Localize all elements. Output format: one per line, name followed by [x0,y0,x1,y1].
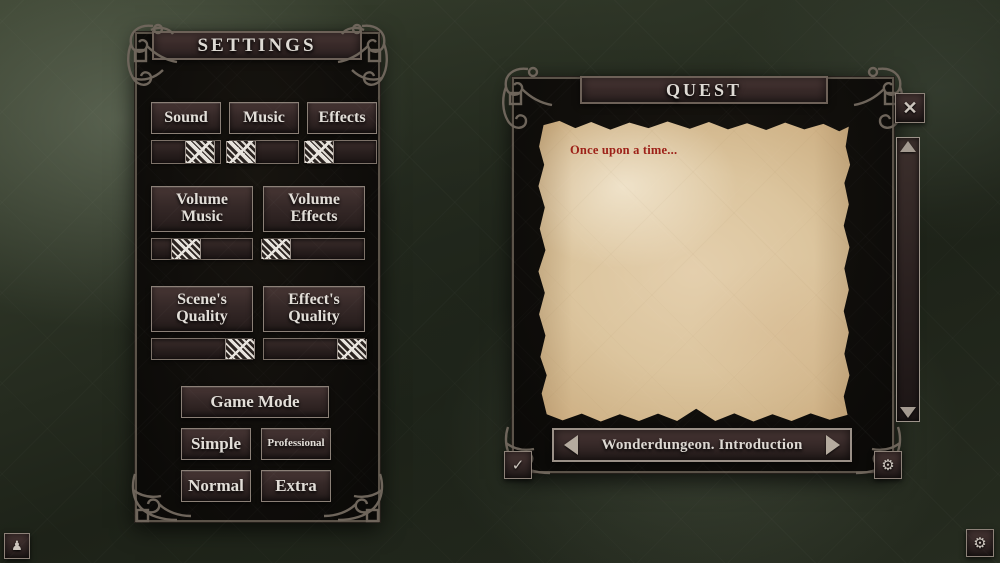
volume-button-row: Volume Music Volume Effects [151,186,365,232]
effects-slider[interactable] [303,140,377,164]
quest-title-text: QUEST [665,79,743,100]
scene-quality-slider[interactable] [151,338,255,360]
quest-prev-icon[interactable] [564,435,578,455]
quest-options-button[interactable]: ⚙ [874,451,902,479]
sound-button[interactable]: Sound [151,102,221,134]
volume-slider-row [151,238,365,260]
music-slider[interactable] [225,140,299,164]
mode-professional-button[interactable]: Professional [261,428,331,460]
scene-quality-slider-knob[interactable] [225,339,255,359]
character-icon: ♟ [11,538,23,553]
music-slider-knob[interactable] [225,141,256,163]
volume-effects-slider-knob[interactable] [261,239,291,259]
sound-slider-knob[interactable] [184,141,215,163]
quest-navigation-bar: Wonderdungeon. Introduction [552,428,852,462]
quest-scrollbar[interactable] [896,137,920,422]
effects-button[interactable]: Effects [307,102,377,134]
quality-slider-row [151,338,367,360]
scroll-up-icon[interactable] [900,141,916,152]
scene-quality-button[interactable]: Scene's Quality [151,286,253,332]
gear-icon: ⚙ [881,457,895,474]
audio-slider-row [151,140,377,164]
close-icon: ✕ [902,97,918,118]
quest-next-icon[interactable] [825,435,840,455]
quest-parchment: Once upon a time... [534,119,852,424]
game-mode-row-2: Normal Extra [181,470,331,502]
mode-normal-button[interactable]: Normal [181,470,251,502]
check-icon: ✓ [511,457,525,474]
audio-toggle-row: Sound Music Effects [151,102,377,134]
settings-title-banner: SETTINGS [152,31,362,60]
settings-window: Sound Music Effects Volume Music Volume … [127,23,388,523]
game-mode-row-1: Simple Professional [181,428,331,460]
hud-settings-button[interactable]: ⚙ [966,529,994,557]
settings-title-text: SETTINGS [197,34,317,56]
quest-nav-label: Wonderdungeon. Introduction [601,436,803,453]
parchment-surface [538,120,851,422]
volume-music-slider[interactable] [151,238,253,260]
effects-slider-knob[interactable] [303,141,334,163]
volume-music-button[interactable]: Volume Music [151,186,253,232]
game-mode-header-row: Game Mode [181,386,329,418]
game-screen: Sound Music Effects Volume Music Volume … [0,0,1000,563]
quest-accept-button[interactable]: ✓ [504,451,532,479]
scroll-down-icon[interactable] [900,407,916,418]
game-mode-button[interactable]: Game Mode [181,386,329,418]
gear-icon: ⚙ [973,535,987,552]
music-button[interactable]: Music [229,102,299,134]
quality-button-row: Scene's Quality Effect's Quality [151,286,365,332]
quest-title-banner: QUEST [580,76,828,104]
volume-effects-button[interactable]: Volume Effects [263,186,365,232]
volume-music-slider-knob[interactable] [171,239,201,259]
volume-effects-slider[interactable] [261,238,365,260]
mode-simple-button[interactable]: Simple [181,428,251,460]
quest-close-button[interactable]: ✕ [895,93,925,123]
hud-character-button[interactable]: ♟ [4,533,30,559]
sound-slider[interactable] [151,140,221,164]
effect-quality-slider-knob[interactable] [337,339,367,359]
quest-body-text: Once upon a time... [570,143,678,157]
mode-extra-button[interactable]: Extra [261,470,331,502]
quest-window: Once upon a time... ✕ ✓ ⚙ Wonderdungeon.… [502,66,925,479]
effect-quality-slider[interactable] [263,338,367,360]
effect-quality-button[interactable]: Effect's Quality [263,286,365,332]
